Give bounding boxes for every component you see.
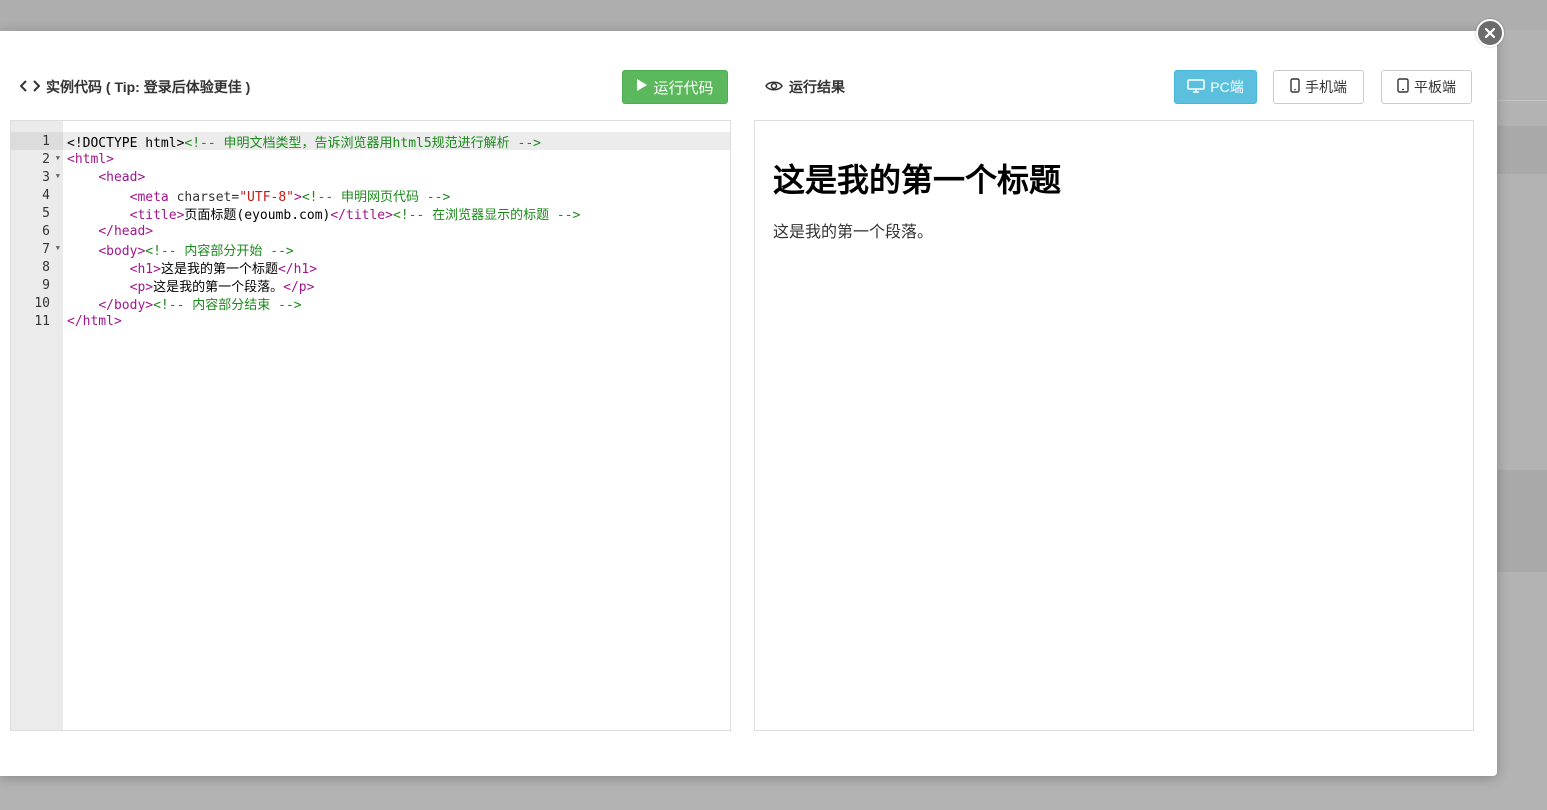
code-text: <h1>这是我的第一个标题</h1> xyxy=(63,258,317,277)
play-icon xyxy=(636,78,648,96)
tablet-icon xyxy=(1397,78,1409,96)
code-token: <title> xyxy=(129,207,185,223)
code-panel-title: 实例代码 ( Tip: 登录后体验更佳 ) xyxy=(46,79,251,95)
tablet-view-label: 平板端 xyxy=(1414,79,1456,95)
run-code-label: 运行代码 xyxy=(653,79,714,97)
result-panel-title: 运行结果 xyxy=(789,79,845,95)
code-token: <html> xyxy=(67,151,114,167)
code-token: charset= xyxy=(176,189,240,205)
line-number: 10 xyxy=(34,295,50,311)
preview-heading: 这是我的第一个标题 xyxy=(773,162,1062,198)
code-line[interactable]: 1 <!DOCTYPE html><!-- 申明文档类型，告诉浏览器用html5规… xyxy=(11,132,730,151)
code-line[interactable]: 2 ▼ <html> xyxy=(11,150,730,168)
code-token: <!-- 申明网页代码 --> xyxy=(301,189,451,205)
mobile-icon xyxy=(1290,78,1300,96)
code-token: <meta xyxy=(129,189,177,205)
monitor-icon xyxy=(1187,78,1206,96)
code-line[interactable]: 6 </head> xyxy=(11,222,730,240)
code-token: <head> xyxy=(98,169,146,185)
fold-toggle-icon[interactable]: ▼ xyxy=(56,172,60,180)
code-token: <body> xyxy=(98,243,146,259)
result-panel-header: 运行结果 PC端 手机端 平板端 xyxy=(765,70,1472,104)
code-token: 这是我的第一个段落。 xyxy=(153,279,284,295)
code-line[interactable]: 7 ▼ <body><!-- 内容部分开始 --> xyxy=(11,240,730,259)
code-token: <!-- 申明文档类型，告诉浏览器用html5规范进行解析 --> xyxy=(184,135,541,151)
code-text: </head> xyxy=(63,224,153,239)
code-text: <meta charset="UTF-8"><!-- 申明网页代码 --> xyxy=(63,186,451,205)
fold-toggle-icon[interactable]: ▼ xyxy=(56,154,60,162)
code-token: > xyxy=(294,189,302,205)
line-number: 1 xyxy=(11,132,63,150)
code-panel-header: 实例代码 ( Tip: 登录后体验更佳 ) 运行代码 xyxy=(19,70,728,104)
code-line[interactable]: 3 ▼ <head> xyxy=(11,168,730,186)
code-line[interactable]: 8 <h1>这是我的第一个标题</h1> xyxy=(11,258,730,277)
code-token: <!DOCTYPE html> xyxy=(67,135,185,151)
line-number: 9 xyxy=(42,277,50,293)
backdrop-top xyxy=(0,0,1547,30)
fold-toggle-icon[interactable]: ▼ xyxy=(56,244,60,252)
tablet-view-button[interactable]: 平板端 xyxy=(1381,70,1472,104)
code-token: </p> xyxy=(283,279,315,295)
result-preview: 这是我的第一个标题 这是我的第一个段落。 xyxy=(754,120,1474,731)
line-number: 8 xyxy=(42,259,50,275)
line-number: 5 xyxy=(42,205,50,221)
preview-paragraph: 这是我的第一个段落。 xyxy=(773,224,934,241)
code-line[interactable]: 4 <meta charset="UTF-8"><!-- 申明网页代码 --> xyxy=(11,186,730,205)
code-line[interactable]: 5 <title>页面标题(eyoumb.com)</title><!-- 在浏… xyxy=(11,204,730,223)
code-token: 页面标题(eyoumb.com) xyxy=(184,207,331,223)
line-number: 4 xyxy=(42,187,50,203)
code-runner-dialog: 实例代码 ( Tip: 登录后体验更佳 ) 运行代码 运行结果 PC端 手机端 xyxy=(0,31,1497,776)
code-text: </html> xyxy=(63,314,122,329)
code-token: </head> xyxy=(98,223,154,239)
line-number: 2 ▼ xyxy=(42,151,60,167)
line-number: 6 xyxy=(42,223,50,239)
line-number: 11 xyxy=(34,313,50,329)
code-editor[interactable]: 1 <!DOCTYPE html><!-- 申明文档类型，告诉浏览器用html5规… xyxy=(10,120,731,731)
code-token: <!-- 内容部分结束 --> xyxy=(153,297,302,313)
code-token: </h1> xyxy=(277,261,318,277)
code-text: </body><!-- 内容部分结束 --> xyxy=(63,294,302,313)
code-text: <html> xyxy=(63,152,114,167)
code-text: <p>这是我的第一个段落。</p> xyxy=(63,276,315,295)
code-line[interactable]: 10 </body><!-- 内容部分结束 --> xyxy=(11,294,730,313)
line-number: 7 ▼ xyxy=(42,241,60,257)
backdrop-divider xyxy=(1497,100,1547,101)
code-token: </html> xyxy=(67,313,122,329)
code-token: "UTF-8" xyxy=(239,189,295,205)
code-line[interactable]: 9 <p>这是我的第一个段落。</p> xyxy=(11,276,730,295)
code-text: <!DOCTYPE html><!-- 申明文档类型，告诉浏览器用html5规范… xyxy=(63,132,541,151)
run-code-button[interactable]: 运行代码 xyxy=(622,70,728,104)
code-token: <p> xyxy=(129,279,154,295)
pc-view-label: PC端 xyxy=(1210,79,1244,95)
code-brackets-icon xyxy=(19,78,41,97)
code-text: <body><!-- 内容部分开始 --> xyxy=(63,240,294,259)
code-text: <title>页面标题(eyoumb.com)</title><!-- 在浏览器… xyxy=(63,204,581,223)
pc-view-button[interactable]: PC端 xyxy=(1174,70,1257,104)
line-number: 3 ▼ xyxy=(42,169,60,185)
code-token: <!-- 内容部分开始 --> xyxy=(145,243,294,259)
eye-icon xyxy=(765,78,783,97)
code-token: <h1> xyxy=(129,261,161,277)
code-line[interactable]: 11 </html> xyxy=(11,312,730,330)
code-lines: 1 <!DOCTYPE html><!-- 申明文档类型，告诉浏览器用html5规… xyxy=(11,132,730,330)
code-token: 这是我的第一个标题 xyxy=(160,261,278,277)
mobile-view-button[interactable]: 手机端 xyxy=(1273,70,1364,104)
code-token: <!-- 在浏览器显示的标题 --> xyxy=(392,207,581,223)
close-dialog-button[interactable] xyxy=(1476,19,1504,47)
code-token: </title> xyxy=(330,207,393,223)
close-icon xyxy=(1484,24,1496,43)
code-text: <head> xyxy=(63,170,145,185)
mobile-view-label: 手机端 xyxy=(1305,79,1347,95)
code-token: </body> xyxy=(98,297,154,313)
